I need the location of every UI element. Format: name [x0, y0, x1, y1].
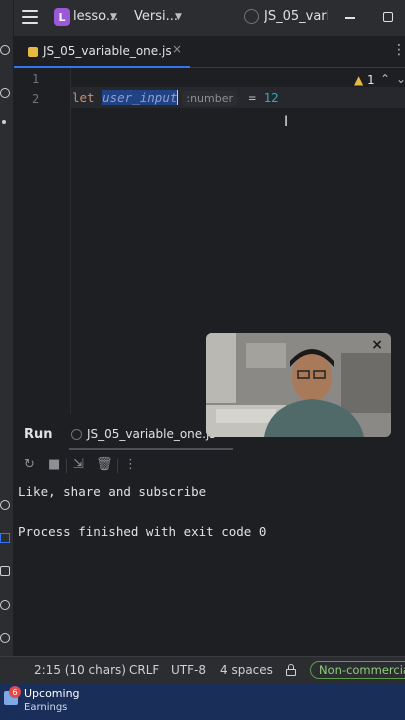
left-tool-strip	[0, 0, 14, 684]
more-icon[interactable]: ⋮	[392, 42, 405, 58]
gutter-divider	[70, 68, 71, 414]
javascript-file-icon	[28, 47, 38, 57]
keyword-let: let	[72, 90, 95, 105]
editor-tab-bar: JS_05_variable_one.js × ⋮	[14, 36, 405, 69]
terminal-tool-icon[interactable]	[0, 566, 10, 576]
chevron-down-icon[interactable]: ▼	[110, 12, 117, 22]
warning-icon[interactable]: ▲	[354, 73, 363, 87]
toolbar-separator	[117, 459, 118, 473]
minimize-button[interactable]	[345, 17, 355, 19]
console-line: Like, share and subscribe	[18, 484, 207, 499]
line-number: 2	[32, 92, 40, 106]
project-tool-icon[interactable]	[0, 45, 10, 55]
notification-badge: 6	[9, 686, 21, 698]
selected-variable[interactable]: user_input	[102, 90, 179, 105]
commit-tool-icon[interactable]	[0, 88, 10, 98]
type-inlay-hint: :number	[182, 91, 238, 106]
title-bar: L lesso... ▼ Versi... ▼ JS_05_varia	[0, 0, 405, 36]
console-line: Process finished with exit code 0	[18, 524, 267, 539]
caret-position[interactable]: 2:15 (10 chars)	[34, 663, 126, 677]
number-literal: 12	[263, 90, 279, 105]
file-encoding[interactable]: UTF-8	[171, 663, 206, 677]
nodejs-icon	[71, 429, 82, 440]
tab-js-05-variable-one[interactable]: JS_05_variable_one.js ×	[14, 36, 190, 69]
more-icon[interactable]: ⋮	[124, 457, 137, 472]
line-ending[interactable]: CRLF	[129, 663, 159, 677]
clear-icon[interactable]: 🗑	[96, 457, 113, 472]
lock-icon[interactable]	[286, 664, 296, 676]
more-tools-icon[interactable]	[2, 120, 6, 124]
rerun-icon[interactable]: ↻	[24, 457, 35, 472]
webcam-overlay: ×	[206, 333, 391, 437]
run-tab[interactable]: JS_05_variable_one.js	[87, 427, 216, 441]
vcs-widget[interactable]: Versi...	[134, 9, 178, 24]
run-panel-title: Run	[24, 427, 53, 442]
project-badge[interactable]: L	[54, 8, 70, 26]
run-configuration[interactable]: JS_05_varia	[264, 9, 328, 24]
console-output[interactable]: Like, share and subscribe Process finish…	[14, 480, 405, 656]
version-control-tool-icon[interactable]	[0, 633, 10, 643]
stop-icon[interactable]: ■	[48, 457, 60, 472]
code-line[interactable]: let user_input:number = 12	[72, 90, 279, 106]
indent-setting[interactable]: 4 spaces	[220, 663, 273, 677]
maximize-button[interactable]	[383, 12, 393, 22]
problems-tool-icon[interactable]	[0, 600, 10, 610]
main-menu-icon[interactable]	[22, 10, 38, 24]
run-tool-icon[interactable]	[0, 533, 10, 543]
status-bar: 2:15 (10 chars) CRLF UTF-8 4 spaces Non-…	[0, 656, 405, 684]
run-tab-indicator	[69, 448, 233, 450]
run-toolbar: ↻ ■ ⇲ 🗑 ⋮	[14, 453, 405, 479]
os-taskbar: 6 Upcoming Earnings	[0, 684, 405, 720]
chevron-down-icon[interactable]: ▼	[175, 12, 182, 22]
webcam-image	[206, 333, 391, 437]
chevron-up-icon[interactable]: ⌃	[380, 72, 390, 86]
widget-title[interactable]: Upcoming	[24, 687, 80, 700]
assignment-operator: =	[248, 90, 257, 105]
toolbar-separator	[66, 459, 67, 473]
text-cursor-icon: I	[284, 114, 289, 130]
chevron-down-icon[interactable]: ⌄	[396, 72, 405, 86]
tab-label: JS_05_variable_one.js	[43, 44, 172, 58]
close-icon[interactable]: ×	[371, 337, 383, 353]
widget-subtitle: Earnings	[24, 702, 68, 713]
line-number: 1	[32, 72, 40, 86]
scroll-to-end-icon[interactable]: ⇲	[73, 457, 84, 472]
nodejs-icon	[244, 9, 259, 24]
warning-count[interactable]: 1	[367, 73, 375, 87]
services-tool-icon[interactable]	[0, 500, 10, 510]
close-icon[interactable]: ×	[172, 42, 182, 56]
license-badge[interactable]: Non-commercial	[310, 661, 405, 679]
